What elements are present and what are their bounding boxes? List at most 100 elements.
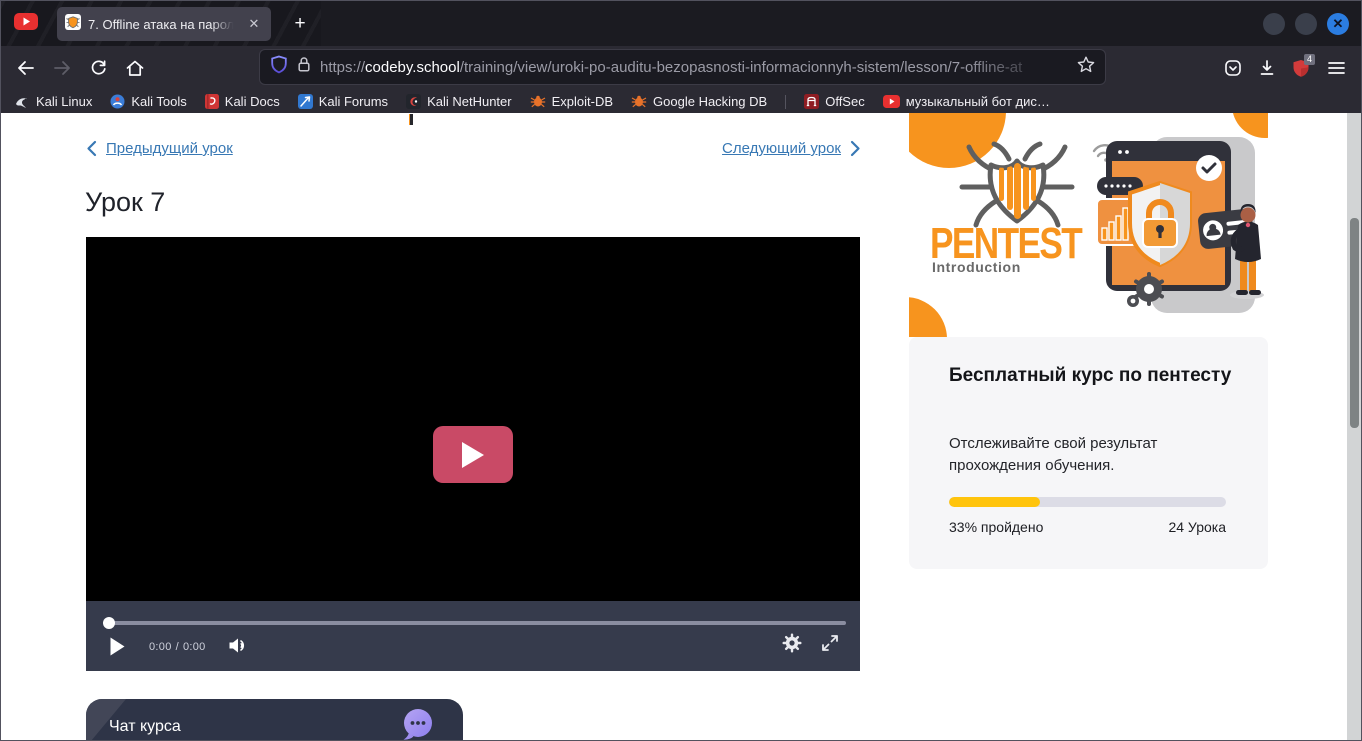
progress-bar [949, 497, 1226, 507]
play-button[interactable] [106, 633, 128, 659]
player-controls-bar: 0:00 / 0:00 [86, 601, 860, 671]
download-icon [1258, 59, 1276, 77]
forward-button[interactable] [47, 53, 77, 83]
progress-fill [949, 497, 1040, 507]
seek-bar[interactable] [105, 621, 846, 625]
downloads-button[interactable] [1252, 53, 1282, 83]
course-card-description: Отслеживайте свой результат прохождения … [949, 433, 1249, 477]
security-illustration [1089, 127, 1268, 327]
volume-button[interactable] [226, 635, 250, 655]
page-content: Предыдущий урок Следующий урок Урок 7 [1, 113, 1362, 741]
offsec-icon [804, 94, 819, 109]
next-lesson-label[interactable]: Следующий урок [722, 140, 841, 157]
chat-title: Чат курса [109, 718, 181, 736]
bookmarks-bar: Kali Linux Kali Tools Kali Docs Kali For… [1, 90, 1362, 113]
browser-window: 7. Offline атака на пароли ✕ + ✕ https:/… [0, 0, 1362, 741]
kali-forums-icon [298, 94, 313, 109]
time-separator: / [176, 641, 179, 653]
bookmark-exploit-db[interactable]: Exploit-DB [530, 94, 613, 109]
prev-lesson-label[interactable]: Предыдущий урок [106, 140, 233, 157]
menu-button[interactable] [1321, 53, 1351, 83]
page-scrollbar-track[interactable] [1347, 113, 1362, 741]
video-surface[interactable] [86, 237, 860, 601]
bookmark-kali-linux[interactable]: Kali Linux [15, 94, 92, 109]
chevron-left-icon [86, 140, 97, 157]
kali-tools-icon [110, 94, 125, 109]
bookmark-kali-forums[interactable]: Kali Forums [298, 94, 388, 109]
tab-title: 7. Offline атака на пароли [88, 17, 238, 32]
titlebar: 7. Offline атака на пароли ✕ + ✕ [1, 1, 1362, 46]
hamburger-menu-icon [1328, 61, 1345, 75]
next-lesson-link[interactable]: Следующий урок [722, 140, 861, 157]
tab-close-icon[interactable]: ✕ [245, 15, 263, 33]
course-chat-widget[interactable]: Чат курса [86, 699, 463, 741]
total-lessons-label: 24 Урока [1168, 519, 1226, 535]
pocket-icon [1224, 59, 1242, 77]
chevron-right-icon [850, 140, 861, 157]
time-display: 0:00 / 0:00 [149, 641, 210, 653]
reload-icon [90, 60, 107, 77]
url-scheme: https:// [320, 59, 365, 76]
video-player: 0:00 / 0:00 [86, 237, 860, 671]
bookmark-music-bot[interactable]: музыкальный бот дис… [883, 94, 1050, 109]
back-button[interactable] [11, 53, 41, 83]
forward-arrow-icon [53, 60, 71, 76]
reload-button[interactable] [83, 53, 113, 83]
seek-handle[interactable] [103, 617, 115, 629]
orange-blob-decoration [909, 297, 947, 337]
course-card-title: Бесплатный курс по пентесту [949, 363, 1239, 389]
window-maximize-button[interactable] [1295, 13, 1317, 35]
pinned-tab-youtube[interactable] [11, 13, 41, 35]
home-button[interactable] [120, 53, 150, 83]
google-hacking-db-bug-icon [631, 95, 647, 108]
tracking-protection-shield-icon[interactable] [270, 55, 288, 79]
play-icon [460, 440, 486, 470]
back-arrow-icon [17, 60, 35, 76]
kali-linux-icon [15, 95, 30, 109]
new-tab-button[interactable]: + [287, 11, 313, 37]
exploit-db-bug-icon [530, 95, 546, 108]
progress-percent-label: 33% пройдено [949, 519, 1043, 535]
big-play-button[interactable] [433, 426, 513, 483]
gear-icon [782, 633, 802, 653]
youtube-icon [14, 13, 38, 35]
youtube-icon [883, 95, 900, 108]
current-time: 0:00 [149, 641, 172, 653]
home-icon [126, 60, 144, 77]
page-scrollbar-thumb[interactable] [1350, 218, 1359, 428]
kali-nethunter-icon [406, 94, 421, 109]
url-text[interactable]: https://codeby.school/training/view/urok… [320, 59, 1069, 76]
fullscreen-button[interactable] [819, 632, 841, 654]
bookmarks-separator [785, 95, 786, 109]
brand-subtitle: Introduction [932, 259, 1021, 275]
chat-bubble-icon[interactable] [401, 707, 435, 741]
lock-icon[interactable] [296, 56, 312, 78]
bookmark-kali-tools[interactable]: Kali Tools [110, 94, 186, 109]
window-close-button[interactable]: ✕ [1327, 13, 1349, 35]
prev-lesson-link[interactable]: Предыдущий урок [86, 140, 233, 157]
bookmark-star-icon[interactable] [1077, 56, 1095, 78]
url-path: /training/view/uroki-po-auditu-bezopasno… [460, 59, 1023, 76]
url-bar[interactable]: https://codeby.school/training/view/urok… [259, 49, 1106, 85]
pocket-button[interactable] [1218, 53, 1248, 83]
volume-icon [228, 637, 249, 654]
settings-button[interactable] [780, 631, 804, 655]
bookmark-offsec[interactable]: OffSec [804, 94, 865, 109]
fullscreen-icon [821, 634, 839, 652]
active-tab[interactable]: 7. Offline атака на пароли ✕ [57, 7, 271, 41]
url-host: codeby.school [365, 59, 460, 76]
codeby-favicon [65, 14, 81, 35]
play-icon [109, 636, 126, 657]
course-banner: PENTEST Introduction [909, 113, 1268, 337]
lesson-title: Урок 7 [85, 187, 165, 218]
bookmark-kali-nethunter[interactable]: Kali NetHunter [406, 94, 512, 109]
duration: 0:00 [183, 641, 206, 653]
bookmark-google-hacking-db[interactable]: Google Hacking DB [631, 94, 767, 109]
bookmark-kali-docs[interactable]: Kali Docs [205, 94, 280, 109]
cutoff-heading-fragment [409, 114, 413, 125]
window-minimize-button[interactable] [1263, 13, 1285, 35]
adblock-badge: 4 [1304, 54, 1315, 65]
kali-docs-icon [205, 94, 219, 109]
adblock-extension-button[interactable]: 4 [1286, 53, 1316, 83]
course-progress-card: Бесплатный курс по пентесту Отслеживайте… [909, 337, 1268, 569]
